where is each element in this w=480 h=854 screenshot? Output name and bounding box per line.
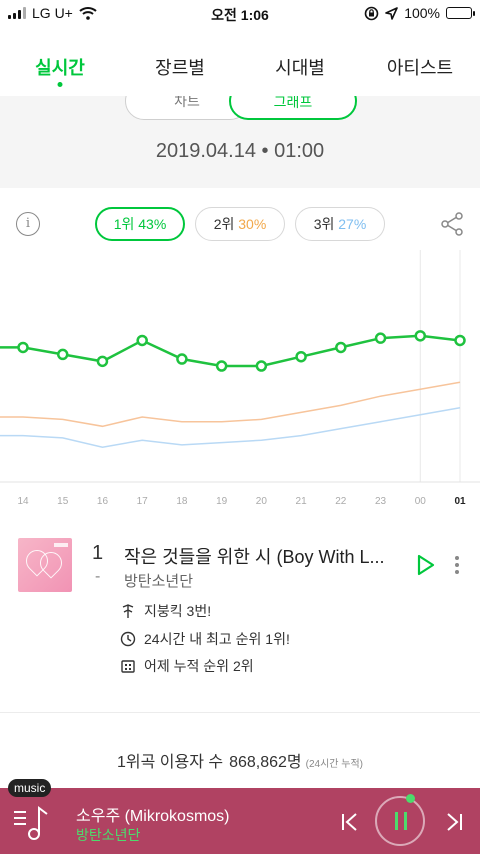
clock-icon <box>120 631 136 647</box>
data-point-15[interactable] <box>56 348 69 361</box>
data-point-23[interactable] <box>374 332 387 344</box>
rank-share-chart: 14 15 16 17 18 19 20 21 22 23 00 01 <box>0 250 480 507</box>
tab-artist[interactable]: 아티스트 <box>360 40 480 96</box>
player-artist[interactable]: 방탄소년단 <box>76 825 140 845</box>
song-title[interactable]: 작은 것들을 위한 시 (Boy With L... <box>124 543 406 569</box>
data-point-18[interactable] <box>176 353 188 365</box>
song-rank: 1 <box>92 542 104 564</box>
x-tick-label: 22 <box>335 496 347 507</box>
battery-icon <box>446 7 475 19</box>
chart-datetime: 2019.04.14 • 01:00 <box>155 140 325 162</box>
song-artist[interactable]: 방탄소년단 <box>124 570 193 591</box>
data-point-00[interactable] <box>414 330 427 342</box>
share-icon[interactable] <box>440 212 464 236</box>
more-options-icon[interactable] <box>455 556 459 577</box>
active-tab-dot <box>57 82 63 87</box>
tab-era[interactable]: 시대별 <box>240 40 360 96</box>
meta-best-rank: 24시간 내 최고 순위 1위! <box>120 629 290 649</box>
meta-yesterday-rank: 어제 누적 순위 2위 <box>120 656 254 676</box>
x-tick-label: 18 <box>176 496 188 507</box>
x-tick-label: 20 <box>256 496 268 507</box>
battery-percent: 100% <box>404 5 440 21</box>
x-tick-label: 19 <box>216 496 228 507</box>
rank-change: - <box>95 568 101 585</box>
listeners-count: 868,862명 <box>229 754 302 771</box>
previous-track-icon[interactable] <box>340 812 360 832</box>
x-tick-label: 01 <box>454 496 466 507</box>
data-point-01[interactable] <box>454 334 466 347</box>
x-tick-label: 15 <box>57 496 69 507</box>
rank-1-button[interactable]: 1위 43% <box>95 207 185 241</box>
x-tick-label: 00 <box>415 496 427 507</box>
view-toggle: 차트 그래프 <box>125 96 357 122</box>
x-tick-label: 16 <box>97 496 109 507</box>
x-tick-label: 23 <box>375 496 387 507</box>
info-icon[interactable]: i <box>16 212 40 236</box>
top-song-listeners: 1위곡 이용자 수 868,862명 (24시간 누적) <box>116 754 364 771</box>
next-track-icon[interactable] <box>444 812 464 832</box>
data-point-19[interactable] <box>215 360 228 372</box>
pause-button[interactable] <box>375 794 425 846</box>
rotation-lock-icon <box>364 6 379 20</box>
rank-3-button[interactable]: 3위 27% <box>295 207 385 241</box>
data-point-16[interactable] <box>96 355 109 368</box>
data-point-17[interactable] <box>136 334 148 347</box>
play-icon[interactable] <box>416 553 436 577</box>
pause-icon <box>395 812 398 830</box>
status-bar: LG U+ 오전 1:06 100% <box>0 0 480 28</box>
meta-crown-kick: 지붕킥 3번! <box>120 601 211 621</box>
divider <box>0 712 480 713</box>
calendar-icon <box>121 660 135 673</box>
music-badge: music <box>8 779 52 797</box>
data-point-21[interactable] <box>295 350 307 363</box>
location-icon <box>385 6 398 20</box>
graph-view-button[interactable]: 그래프 <box>229 96 357 120</box>
top-tabs: 실시간 장르별 시대별 아티스트 <box>0 40 480 96</box>
data-point-14[interactable] <box>17 341 29 354</box>
playlist-icon[interactable] <box>12 806 50 842</box>
player-title[interactable]: 소우주 (Mikrokosmos) <box>76 802 230 826</box>
crown-icon <box>122 604 134 618</box>
series-line-1위 <box>0 334 461 368</box>
x-tick-label: 21 <box>296 496 308 507</box>
data-point-20[interactable] <box>255 360 268 372</box>
x-tick-label: 14 <box>17 496 29 507</box>
album-art[interactable] <box>18 538 72 592</box>
rank-2-button[interactable]: 2위 30% <box>195 207 285 241</box>
data-point-22[interactable] <box>335 341 347 354</box>
tab-genre[interactable]: 장르별 <box>120 40 240 96</box>
series-line-3위 <box>0 407 461 448</box>
progress-indicator <box>406 794 415 803</box>
tab-realtime[interactable]: 실시간 <box>0 40 120 96</box>
x-tick-label: 17 <box>137 496 149 507</box>
